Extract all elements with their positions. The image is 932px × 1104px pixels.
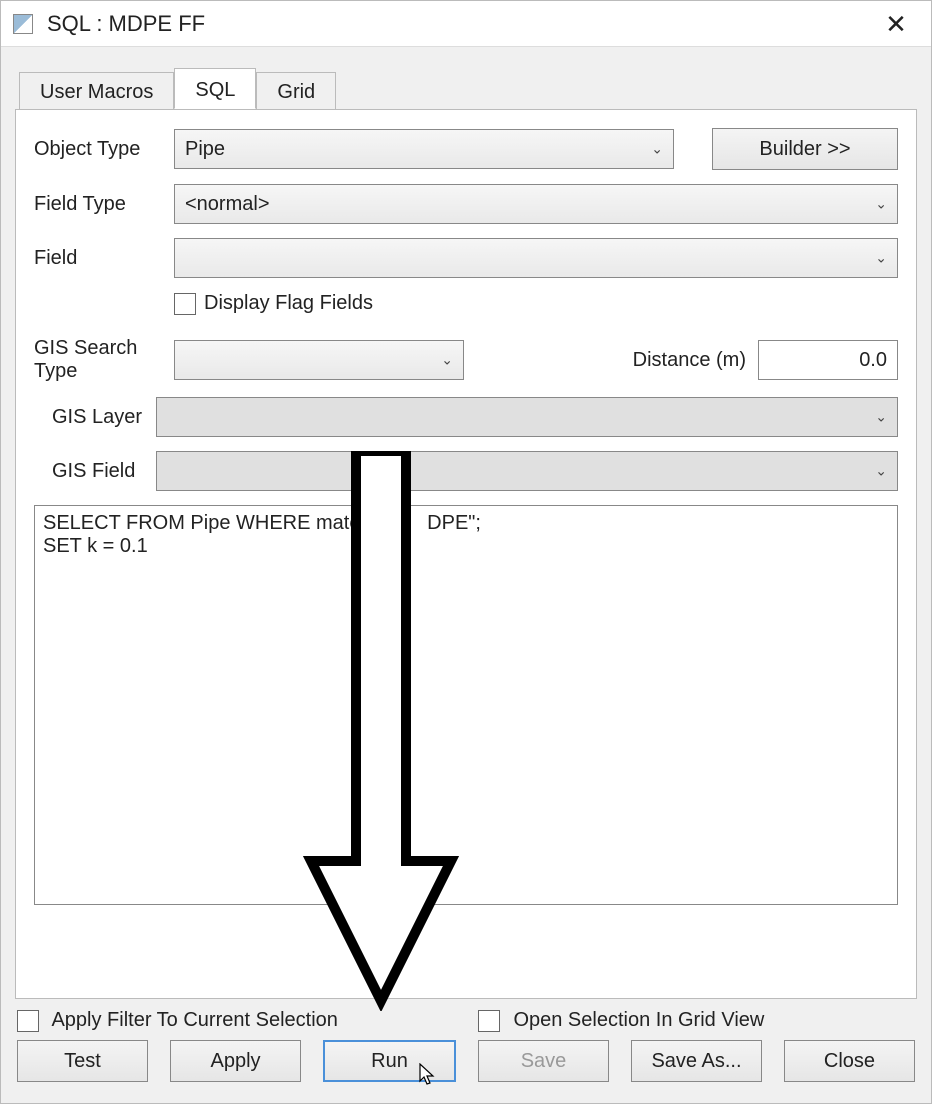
chevron-down-icon: ⌄ — [875, 250, 887, 267]
apply-button[interactable]: Apply — [170, 1040, 301, 1082]
open-grid-checkbox[interactable] — [478, 1010, 500, 1032]
chevron-down-icon: ⌄ — [875, 409, 887, 426]
field-select[interactable]: ⌄ — [174, 238, 898, 278]
sql-dialog: SQL : MDPE FF ✕ User Macros SQL Grid Obj… — [0, 0, 932, 1104]
display-flag-label: Display Flag Fields — [204, 292, 373, 315]
tab-grid[interactable]: Grid — [256, 72, 336, 110]
sql-textarea[interactable]: SELECT FROM Pipe WHERE mate DPE"; SET k … — [34, 505, 898, 905]
distance-input[interactable]: 0.0 — [758, 340, 898, 380]
test-button[interactable]: Test — [17, 1040, 148, 1082]
open-grid-label: Open Selection In Grid View — [513, 1009, 764, 1031]
object-type-label: Object Type — [34, 138, 174, 161]
apply-filter-checkbox[interactable] — [17, 1010, 39, 1032]
chevron-down-icon: ⌄ — [651, 141, 663, 158]
field-type-label: Field Type — [34, 193, 174, 216]
gis-layer-label: GIS Layer — [34, 406, 156, 429]
button-row: Test Apply Run Save Save As... Close — [17, 1040, 915, 1082]
field-type-select[interactable]: <normal> ⌄ — [174, 184, 898, 224]
close-button[interactable]: Close — [784, 1040, 915, 1082]
bottom-options: Apply Filter To Current Selection Open S… — [17, 1009, 915, 1032]
chevron-down-icon: ⌄ — [875, 463, 887, 480]
chevron-down-icon: ⌄ — [875, 196, 887, 213]
apply-filter-label: Apply Filter To Current Selection — [51, 1009, 337, 1031]
gis-layer-select[interactable]: ⌄ — [156, 397, 898, 437]
gis-search-type-label: GIS Search Type — [34, 337, 174, 383]
run-button[interactable]: Run — [323, 1040, 456, 1082]
object-type-value: Pipe — [185, 138, 225, 161]
titlebar: SQL : MDPE FF ✕ — [1, 1, 931, 47]
sql-panel: Object Type Pipe ⌄ Builder >> Field Type… — [15, 109, 917, 999]
close-icon[interactable]: ✕ — [873, 1, 919, 47]
gis-search-type-select[interactable]: ⌄ — [174, 340, 464, 380]
app-icon — [13, 14, 33, 34]
builder-button[interactable]: Builder >> — [712, 128, 898, 170]
display-flag-checkbox[interactable] — [174, 293, 196, 315]
field-type-value: <normal> — [185, 193, 270, 216]
object-type-select[interactable]: Pipe ⌄ — [174, 129, 674, 169]
distance-label: Distance (m) — [616, 349, 746, 372]
field-label: Field — [34, 247, 174, 270]
tab-strip: User Macros SQL Grid — [19, 67, 931, 109]
tab-user-macros[interactable]: User Macros — [19, 72, 174, 110]
tab-sql[interactable]: SQL — [174, 68, 256, 109]
gis-field-label: GIS Field — [34, 460, 156, 483]
save-button[interactable]: Save — [478, 1040, 609, 1082]
save-as-button[interactable]: Save As... — [631, 1040, 762, 1082]
gis-field-select[interactable]: ⌄ — [156, 451, 898, 491]
distance-value: 0.0 — [859, 349, 887, 372]
window-title: SQL : MDPE FF — [47, 11, 873, 37]
chevron-down-icon: ⌄ — [441, 352, 453, 369]
